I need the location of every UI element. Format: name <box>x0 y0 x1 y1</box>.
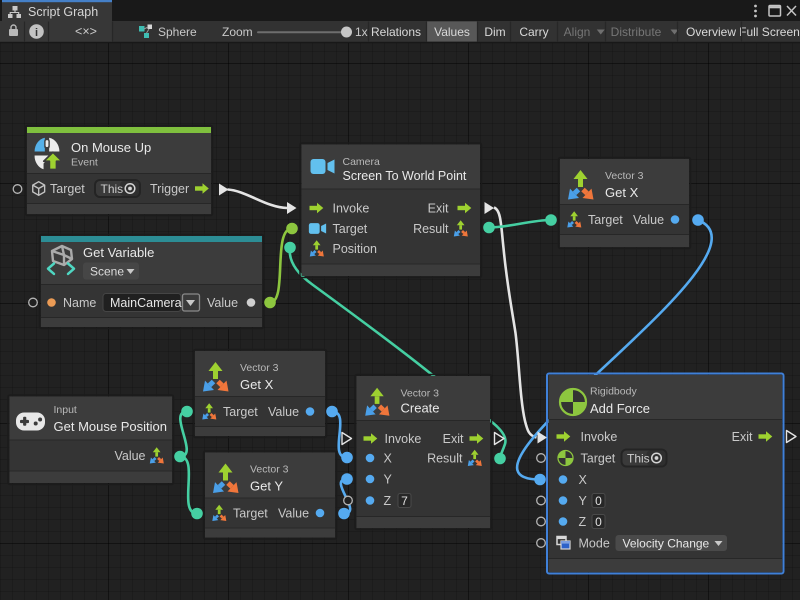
svg-text:Result: Result <box>427 452 463 466</box>
svg-text:Name: Name <box>63 296 96 310</box>
svg-text:MainCamera: MainCamera <box>110 296 182 310</box>
svg-text:Target: Target <box>50 182 85 196</box>
svg-text:This: This <box>627 451 650 465</box>
svg-text:Invoke: Invoke <box>385 432 422 446</box>
svg-text:Overview: Overview <box>686 25 736 39</box>
svg-text:Vector 3: Vector 3 <box>240 362 279 374</box>
svg-text:Value: Value <box>207 296 238 310</box>
svg-text:Dim: Dim <box>484 25 505 39</box>
svg-text:Screen To World Point: Screen To World Point <box>343 169 467 183</box>
svg-text:Get Variable: Get Variable <box>83 245 154 260</box>
svg-text:Target: Target <box>233 507 268 521</box>
svg-text:Target: Target <box>333 222 368 236</box>
svg-text:Exit: Exit <box>428 202 449 216</box>
svg-text:Invoke: Invoke <box>581 430 618 444</box>
svg-text:Value: Value <box>268 405 299 419</box>
svg-text:0: 0 <box>595 515 602 529</box>
svg-text:Distribute: Distribute <box>611 25 662 39</box>
svg-text:Full Screen: Full Screen <box>739 25 800 39</box>
svg-text:Input: Input <box>54 404 77 416</box>
svg-text:Values: Values <box>434 25 470 39</box>
svg-text:Get Y: Get Y <box>250 479 283 494</box>
svg-text:Z: Z <box>384 494 392 508</box>
svg-text:Camera: Camera <box>343 156 381 168</box>
svg-text:Get Mouse Position: Get Mouse Position <box>54 419 167 434</box>
svg-text:Value: Value <box>633 213 664 227</box>
svg-text:Get X: Get X <box>605 185 639 200</box>
svg-text:Event: Event <box>71 157 98 169</box>
svg-text:X: X <box>384 452 393 466</box>
svg-text:1x: 1x <box>355 25 368 39</box>
svg-text:Align: Align <box>564 25 591 39</box>
svg-text:Value: Value <box>278 507 309 521</box>
svg-text:Trigger: Trigger <box>150 182 189 196</box>
svg-text:Rigidbody: Rigidbody <box>590 386 637 398</box>
svg-text:Value: Value <box>114 449 145 463</box>
svg-text:Create: Create <box>401 401 440 416</box>
svg-text:Scene: Scene <box>90 264 124 278</box>
svg-text:Get X: Get X <box>240 377 274 392</box>
svg-text:7: 7 <box>401 494 408 508</box>
svg-text:Vector 3: Vector 3 <box>250 464 289 476</box>
svg-text:Invoke: Invoke <box>333 202 370 216</box>
svg-text:Zoom: Zoom <box>222 25 253 39</box>
svg-text:Y: Y <box>579 494 588 508</box>
svg-text:X: X <box>579 473 588 487</box>
svg-text:Position: Position <box>333 242 378 256</box>
svg-text:On Mouse Up: On Mouse Up <box>71 140 151 155</box>
svg-text:Exit: Exit <box>732 430 753 444</box>
svg-text:Velocity Change: Velocity Change <box>623 536 710 550</box>
svg-text:0: 0 <box>595 494 602 508</box>
svg-text:Add Force: Add Force <box>590 401 650 416</box>
svg-text:i: i <box>35 27 38 39</box>
svg-text:Vector 3: Vector 3 <box>605 170 644 182</box>
svg-text:Result: Result <box>413 222 449 236</box>
svg-text:Z: Z <box>579 515 587 529</box>
svg-text:Target: Target <box>223 405 258 419</box>
svg-text:This: This <box>101 182 124 196</box>
svg-text:<×>: <×> <box>75 25 97 39</box>
svg-text:Script Graph: Script Graph <box>28 5 98 19</box>
svg-text:Carry: Carry <box>519 25 548 39</box>
svg-text:Target: Target <box>588 213 623 227</box>
svg-text:Exit: Exit <box>443 432 464 446</box>
svg-text:Mode: Mode <box>579 537 610 551</box>
svg-text:Sphere: Sphere <box>158 25 197 39</box>
svg-text:Target: Target <box>581 452 616 466</box>
svg-text:Y: Y <box>384 473 393 487</box>
svg-text:Relations: Relations <box>371 25 421 39</box>
svg-text:Vector 3: Vector 3 <box>401 388 440 400</box>
